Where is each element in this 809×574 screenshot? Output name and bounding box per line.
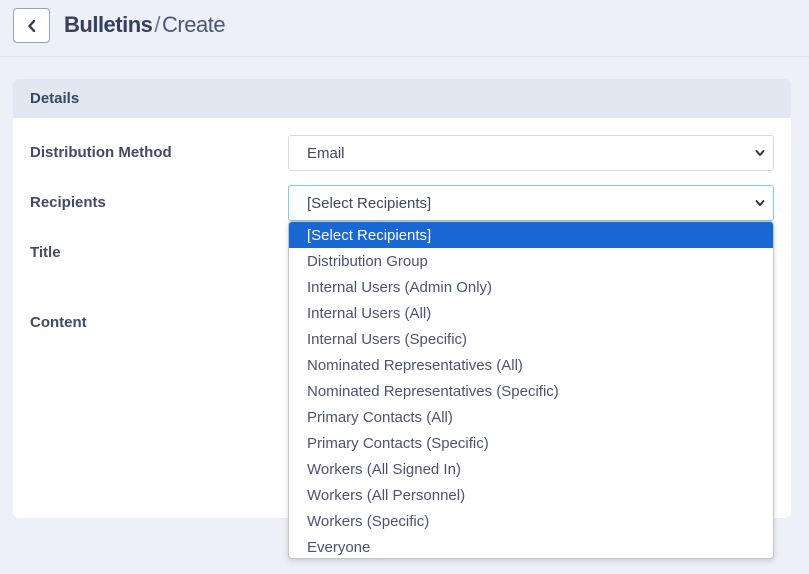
page-title: Bulletins/Create xyxy=(64,12,226,38)
option-primary-contacts-all[interactable]: Primary Contacts (All) xyxy=(289,404,773,430)
breadcrumb-create: Create xyxy=(162,12,226,37)
content-label: Content xyxy=(30,314,87,331)
recipients-label: Recipients xyxy=(30,194,106,211)
breadcrumb-separator: / xyxy=(154,12,161,37)
distribution-method-label: Distribution Method xyxy=(30,144,172,161)
option-internal-users-all[interactable]: Internal Users (All) xyxy=(289,300,773,326)
details-card-header: Details xyxy=(13,79,791,118)
breadcrumb-bulletins[interactable]: Bulletins xyxy=(64,12,153,37)
option-workers-all-personnel[interactable]: Workers (All Personnel) xyxy=(289,482,773,508)
distribution-method-select[interactable]: Email xyxy=(288,135,774,171)
option-internal-users-specific[interactable]: Internal Users (Specific) xyxy=(289,326,773,352)
option-distribution-group[interactable]: Distribution Group xyxy=(289,248,773,274)
chevron-down-icon xyxy=(755,150,765,156)
chevron-left-icon xyxy=(27,19,35,32)
title-label: Title xyxy=(30,244,61,261)
option-nominated-representatives-specific[interactable]: Nominated Representatives (Specific) xyxy=(289,378,773,404)
option-workers-all-signed-in[interactable]: Workers (All Signed In) xyxy=(289,456,773,482)
option-workers-specific[interactable]: Workers (Specific) xyxy=(289,508,773,534)
option-nominated-representatives-all[interactable]: Nominated Representatives (All) xyxy=(289,352,773,378)
option-primary-contacts-specific[interactable]: Primary Contacts (Specific) xyxy=(289,430,773,456)
option-select-recipients[interactable]: [Select Recipients] xyxy=(289,222,773,248)
back-button[interactable] xyxy=(13,8,50,43)
page-header: Bulletins/Create xyxy=(0,0,809,57)
recipients-dropdown-list: [Select Recipients] Distribution Group I… xyxy=(288,221,774,559)
option-everyone[interactable]: Everyone xyxy=(289,534,773,558)
option-internal-users-admin-only[interactable]: Internal Users (Admin Only) xyxy=(289,274,773,300)
chevron-down-icon xyxy=(755,200,765,206)
recipients-select[interactable]: [Select Recipients] xyxy=(288,185,774,221)
distribution-method-value: Email xyxy=(307,144,345,162)
recipients-value: [Select Recipients] xyxy=(307,194,432,212)
